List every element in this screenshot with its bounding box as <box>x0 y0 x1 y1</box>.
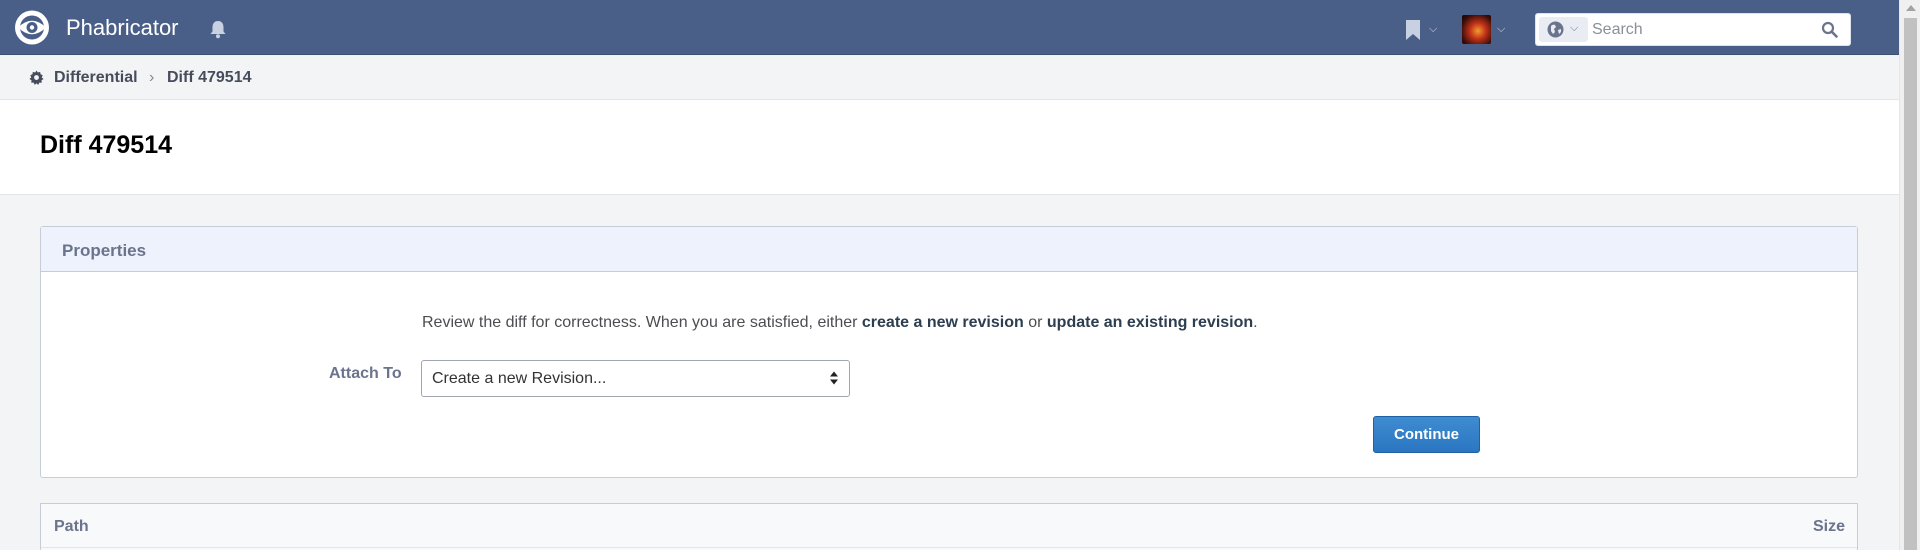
attach-to-select[interactable]: Create a new Revision... <box>421 360 850 397</box>
select-arrows-icon <box>829 370 839 391</box>
breadcrumb-separator: › <box>149 69 155 86</box>
app-name[interactable]: Phabricator <box>66 15 179 41</box>
page-header: Diff 479514 <box>0 100 1899 195</box>
instruction-prefix: Review the diff for correctness. When yo… <box>422 314 862 331</box>
update-revision-emphasis: update an existing revision <box>1046 314 1254 331</box>
column-header-size[interactable]: Size <box>1813 518 1845 536</box>
properties-panel-header: Properties <box>41 227 1857 272</box>
instructions-text: Review the diff for correctness. When yo… <box>422 314 1258 332</box>
bookmark-icon[interactable] <box>1404 19 1422 41</box>
globe-icon <box>1547 21 1564 38</box>
search-icon[interactable] <box>1821 21 1838 43</box>
scrollbar-thumb[interactable] <box>1904 18 1917 550</box>
vertical-scrollbar[interactable] <box>1899 0 1920 550</box>
column-header-path[interactable]: Path <box>54 518 89 536</box>
instruction-suffix: . <box>1253 314 1258 331</box>
search-box: ⌵ <box>1535 13 1851 46</box>
table-header-divider <box>41 547 1857 548</box>
attach-to-selected-value: Create a new Revision... <box>432 370 607 387</box>
page-title: Diff 479514 <box>40 131 173 159</box>
bookmark-dropdown-chevron-icon[interactable]: ⌵ <box>1429 23 1437 36</box>
phabricator-logo-icon[interactable] <box>9 9 55 46</box>
gear-icon <box>29 70 44 90</box>
bell-icon[interactable] <box>208 19 228 39</box>
create-revision-emphasis: create a new revision <box>861 314 1024 331</box>
instruction-mid: or <box>1023 314 1047 331</box>
user-menu-chevron-icon[interactable]: ⌵ <box>1497 23 1505 36</box>
scroll-up-arrow-icon[interactable] <box>1906 5 1916 11</box>
chevron-down-icon: ⌵ <box>1570 22 1579 34</box>
search-input[interactable] <box>1592 16 1812 43</box>
changes-table: Path Size <box>40 503 1858 550</box>
user-avatar[interactable] <box>1462 15 1491 44</box>
breadcrumb: Differential › Diff 479514 <box>0 56 1899 100</box>
attach-to-label: Attach To <box>329 365 402 382</box>
breadcrumb-item-current[interactable]: Diff 479514 <box>167 69 252 87</box>
breadcrumb-item-differential[interactable]: Differential <box>54 69 138 87</box>
properties-panel: Properties Review the diff for correctne… <box>40 226 1858 478</box>
continue-button[interactable]: Continue <box>1373 416 1480 453</box>
top-navigation-bar: Phabricator ⌵ ⌵ ⌵ <box>0 0 1899 55</box>
search-scope-button[interactable]: ⌵ <box>1539 17 1588 42</box>
properties-title: Properties <box>62 241 147 260</box>
